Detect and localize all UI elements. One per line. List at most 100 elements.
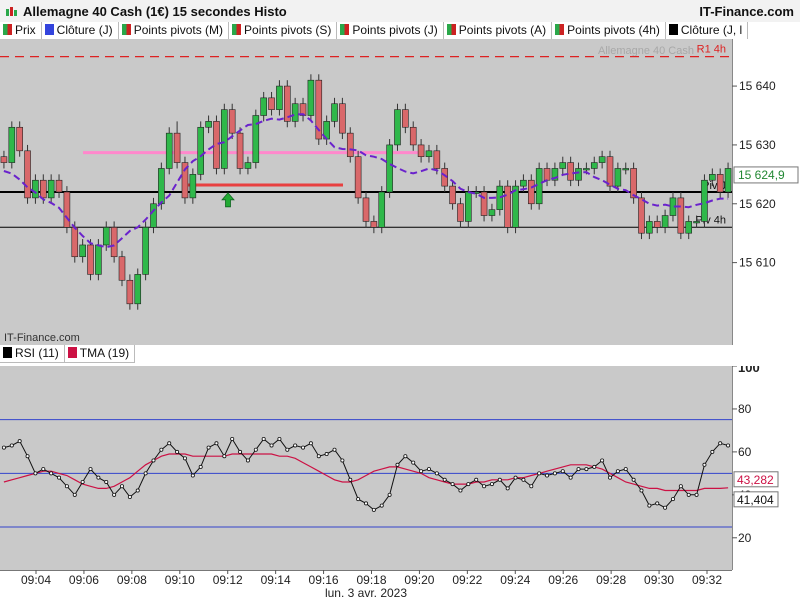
candle-body (677, 197, 685, 234)
candle (701, 174, 708, 228)
rsi-point (600, 458, 605, 463)
candle-body (268, 97, 275, 110)
candle-body (488, 209, 496, 216)
indicator-legend-bar: Prix Clôture (J) Points pivots (M) Points p… (0, 22, 800, 40)
legend-item[interactable]: Points pivots (M) (119, 22, 230, 39)
rsi-point (151, 458, 156, 463)
legend-item[interactable]: Points pivots (A) (444, 22, 553, 39)
candle-body (71, 227, 79, 258)
candle-body (370, 221, 378, 228)
chart-icon (6, 7, 17, 16)
legend-item[interactable]: Points pivots (J) (337, 22, 444, 39)
candle-body (39, 179, 47, 199)
brand-name: IT-Finance.com (699, 4, 794, 19)
candle (307, 74, 315, 122)
rsi-point (411, 460, 416, 465)
rsi-point (33, 471, 38, 476)
candle-body (646, 221, 653, 234)
candle (504, 180, 511, 234)
rsi-point (489, 482, 494, 487)
candle-body (575, 168, 582, 181)
legend-label: Clôture (J) (56, 23, 113, 37)
legend-item[interactable]: Clôture (J, l (666, 22, 749, 39)
candle-body (244, 162, 252, 169)
rsi-legend-item[interactable]: TMA (19) (64, 345, 136, 363)
rsi-point (261, 437, 266, 442)
legend-label: Points pivots (J) (352, 23, 438, 37)
rsi-point (623, 467, 628, 472)
candle-body (221, 109, 228, 169)
candle-body (110, 227, 118, 258)
legend-label: Prix (15, 23, 36, 37)
candle-body (331, 103, 338, 122)
candle-body (197, 126, 205, 175)
legend-item[interactable]: Prix (0, 22, 42, 39)
rsi-point (324, 452, 329, 457)
candle (638, 192, 645, 240)
legend-swatch (3, 347, 12, 358)
rsi-point (230, 437, 235, 442)
candle (110, 221, 118, 263)
rsi-legend-item[interactable]: RSI (11) (0, 345, 65, 363)
rsi-point (206, 445, 211, 450)
candle-body (150, 203, 157, 228)
legend-swatch (232, 24, 242, 35)
candle-body (63, 191, 71, 228)
rsi-point (277, 437, 282, 442)
legend-swatch (555, 24, 565, 35)
candle-body (543, 168, 551, 181)
candle-body (598, 156, 606, 163)
rsi-point (198, 464, 203, 469)
candle (197, 121, 205, 181)
candle-body (583, 168, 590, 171)
rsi-point (41, 467, 46, 472)
rsi-point (182, 456, 187, 461)
x-tick-label: 09:22 (452, 573, 482, 587)
rsi-point (9, 443, 14, 448)
candle-body (535, 168, 543, 205)
rsi-point (332, 447, 337, 452)
rsi-point (458, 488, 463, 493)
candle-body (465, 191, 472, 222)
rsi-point (1, 445, 6, 450)
candle (339, 97, 346, 140)
legend-label: Points pivots (A) (458, 23, 547, 37)
candle (165, 127, 173, 175)
r1-level-label: R1 4h (697, 44, 726, 56)
candle (630, 162, 637, 204)
candle-body (417, 144, 425, 157)
rsi-y-tick-label: 80 (738, 402, 752, 416)
candle (213, 115, 220, 175)
x-tick-label: 09:16 (309, 573, 339, 587)
candle-body (480, 191, 488, 216)
rsi-point (560, 469, 565, 474)
rsi-point (293, 443, 298, 448)
candle (512, 180, 519, 234)
rsi-point (678, 484, 683, 489)
candle-body (173, 132, 181, 163)
rsi-y-tick-label: 60 (738, 445, 752, 459)
candle (535, 162, 543, 210)
candle-body (701, 179, 708, 222)
rsi-point (25, 454, 30, 459)
candle-body (638, 197, 645, 234)
rsi-point (96, 475, 101, 480)
candle (283, 80, 291, 128)
rsi-point (127, 494, 132, 499)
rsi-point (316, 454, 321, 459)
candle-body (630, 168, 637, 199)
rsi-point (356, 497, 361, 502)
title-bar: Allemagne 40 Cash (1€) 15 secondes Histo… (0, 0, 800, 23)
candle (134, 268, 142, 310)
rsi-point (726, 443, 731, 448)
candle-body (653, 221, 661, 228)
tma-value-label: 43,282 (737, 473, 774, 487)
candle-body (449, 185, 456, 205)
current-price-label: 15 624,9 (738, 168, 785, 182)
legend-item[interactable]: Points pivots (4h) (552, 22, 666, 39)
legend-item[interactable]: Clôture (J) (42, 22, 119, 39)
rsi-point (639, 488, 644, 493)
legend-item[interactable]: Points pivots (S) (229, 22, 338, 39)
legend-label: Points pivots (M) (133, 23, 224, 37)
rsi-point (482, 484, 487, 489)
